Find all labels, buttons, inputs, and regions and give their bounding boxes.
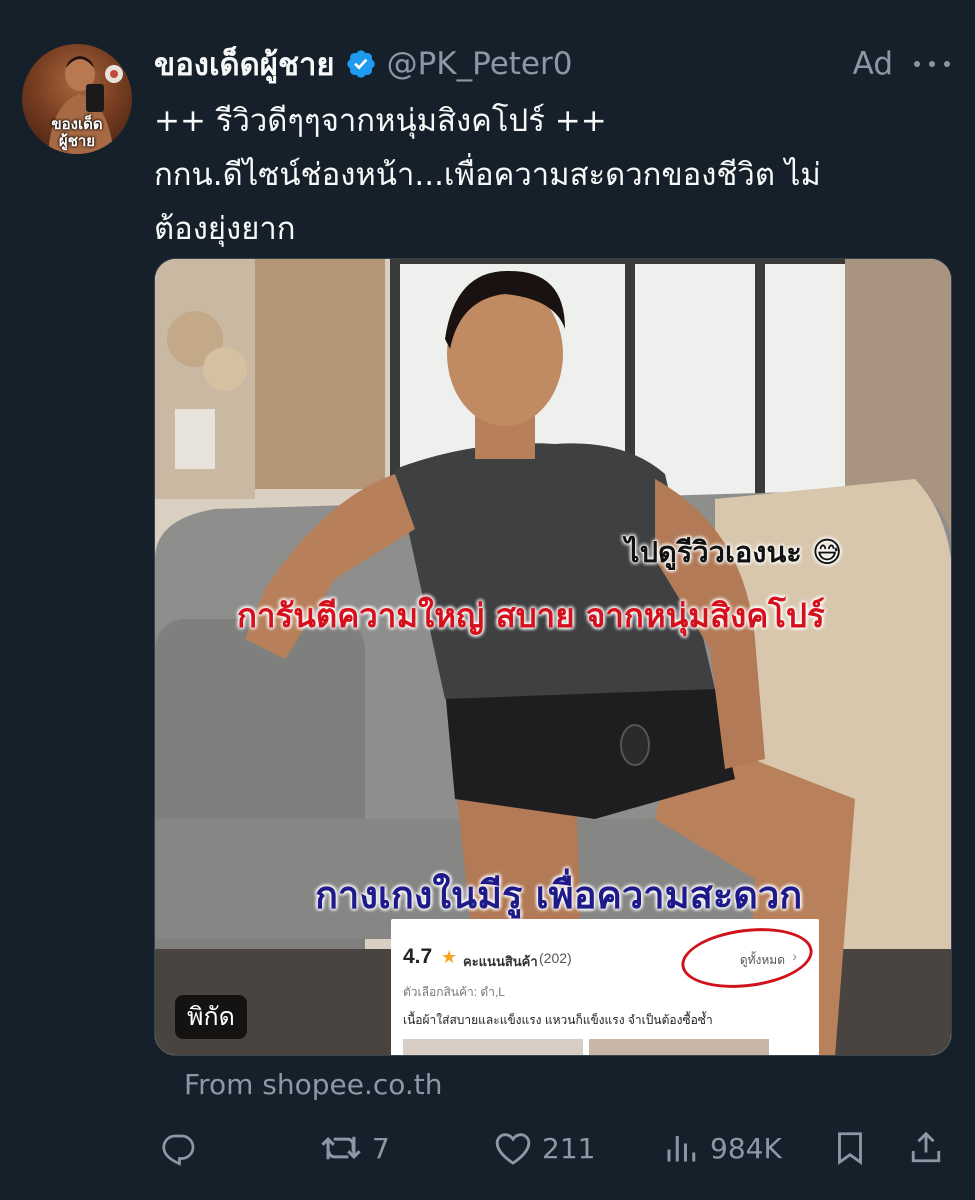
location-badge[interactable]: พิกัด	[175, 995, 247, 1039]
product-option: ตัวเลือกสินค้า: ดำ,L	[403, 985, 505, 999]
star-icon: ★	[441, 947, 458, 967]
more-dot-icon	[914, 61, 920, 67]
user-handle[interactable]: @PK_Peter0	[387, 46, 573, 82]
tweet-text: ++ รีวิวดีๆๆจากหนุ่มสิงคโปร์ ++ กกน.ดีไซ…	[154, 94, 944, 256]
tweet-actions-bar: 7 211 984K	[0, 1120, 975, 1176]
caption-guarantee: การันตีความใหญ่ สบาย จากหนุ่มสิงคโปร์	[237, 596, 825, 635]
heart-icon	[495, 1133, 531, 1165]
ad-label: Ad	[852, 46, 893, 82]
product-score-label: คะแนนสินค้า	[463, 954, 538, 969]
like-count: 211	[542, 1131, 596, 1165]
verified-badge-icon[interactable]	[345, 48, 377, 80]
retweet-button[interactable]: 7	[320, 1128, 390, 1168]
share-icon	[911, 1131, 941, 1163]
avatar[interactable]: ของเด็ด ผู้ชาย	[22, 44, 132, 154]
views-button[interactable]: 984K	[662, 1128, 782, 1168]
avatar-label-line2: ผู้ชาย	[58, 132, 96, 150]
retweet-icon	[321, 1136, 361, 1160]
ad-tweet[interactable]: ของเด็ด ผู้ชาย ของเด็ดผู้ชาย @PK_Peter0 …	[0, 0, 975, 1200]
tweet-header: ของเด็ดผู้ชาย @PK_Peter0	[154, 42, 572, 86]
bookmark-icon	[838, 1132, 862, 1166]
more-dot-icon	[944, 61, 950, 67]
tweet-media-image[interactable]: ไปดูรีวิวเองนะ 😅 การันตีความใหญ่ สบาย จา…	[154, 258, 952, 1056]
tweet-text-line: ต้องยุ่งยาก	[154, 211, 296, 247]
review-photo-thumbnail	[403, 1039, 583, 1055]
caption-see-reviews: ไปดูรีวิวเองนะ 😅	[624, 535, 843, 570]
display-name[interactable]: ของเด็ดผู้ชาย	[154, 39, 335, 89]
share-button[interactable]	[908, 1128, 944, 1168]
views-count: 984K	[710, 1131, 782, 1165]
caption-underwear-hole: กางเกงในมีรู เพื่อความสะดวก	[315, 873, 803, 917]
highlight-circle	[677, 921, 817, 995]
review-photo-thumbnail	[589, 1039, 769, 1055]
retweet-count: 7	[372, 1131, 390, 1165]
more-dot-icon	[929, 61, 935, 67]
reply-button[interactable]	[160, 1128, 196, 1168]
tweet-text-line: ++ รีวิวดีๆๆจากหนุ่มสิงคโปร์ ++	[154, 103, 607, 139]
review-text: เนื้อผ้าใส่สบายและแข็งแรง แหวนก็แข็งแรง …	[403, 1013, 713, 1027]
review-count: (202)	[539, 950, 572, 966]
avatar-label-line1: ของเด็ด	[51, 115, 103, 133]
views-chart-icon	[667, 1136, 696, 1162]
more-options-button[interactable]	[911, 46, 953, 82]
bookmark-button[interactable]	[832, 1128, 868, 1168]
source-link[interactable]: From shopee.co.th	[184, 1068, 443, 1101]
product-rating: 4.7	[403, 945, 433, 968]
avatar-label: ของเด็ด ผู้ชาย	[22, 116, 132, 150]
tweet-text-line: กกน.ดีไซน์ช่องหน้า...เพื่อความสะดวกของชี…	[154, 157, 821, 193]
product-review-card: 4.7 ★ คะแนนสินค้า (202) ดูทั้งหมด › ตัวเ…	[391, 919, 819, 1055]
like-button[interactable]: 211	[494, 1128, 595, 1168]
reply-icon	[162, 1134, 195, 1166]
